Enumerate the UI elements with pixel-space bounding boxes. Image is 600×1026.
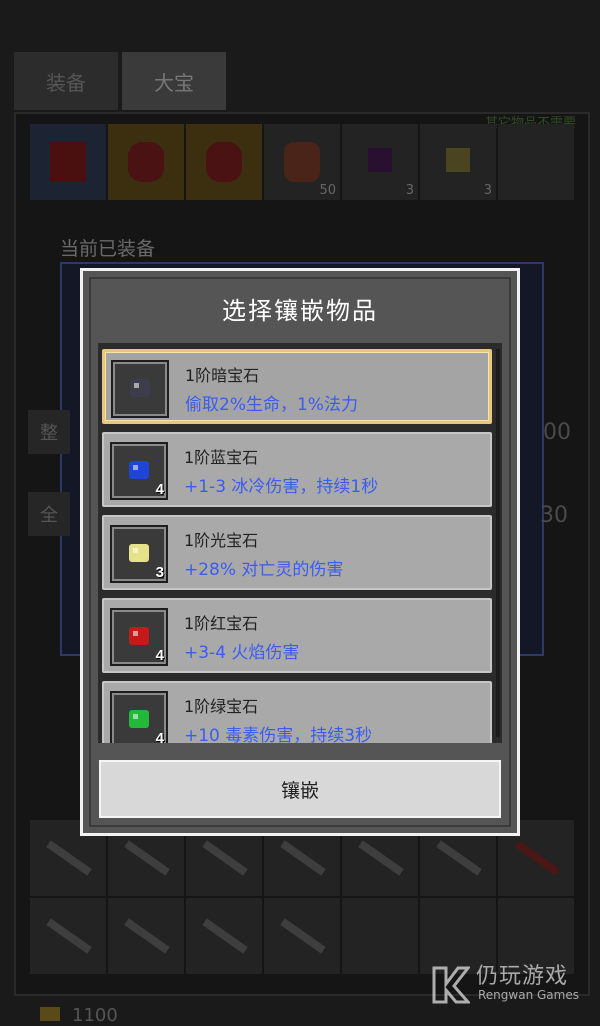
gem-list[interactable]: 1阶暗宝石 偷取2%生命，1%法力 4 1阶蓝宝石 +1-3 冰冷伤害，持续1秒…	[98, 343, 502, 743]
inventory-grid: 50 3 3	[30, 124, 574, 200]
gem-item-blue[interactable]: 4 1阶蓝宝石 +1-3 冰冷伤害，持续1秒	[102, 432, 492, 507]
gem-slot: 4	[110, 691, 168, 743]
gem-item-light[interactable]: 3 1阶光宝石 +28% 对亡灵的伤害	[102, 515, 492, 590]
gem-effect: +10 毒素伤害，持续3秒	[184, 726, 373, 743]
gold-amount: 1100	[72, 1005, 118, 1026]
item-count: 3	[483, 183, 492, 198]
dialog-title: 选择镶嵌物品	[222, 297, 378, 325]
stat-value: 00	[543, 420, 571, 445]
gem-item-dark[interactable]: 1阶暗宝石 偷取2%生命，1%法力	[102, 349, 492, 424]
inventory-slot[interactable]: 3	[420, 124, 496, 200]
gem-name: 1阶蓝宝石	[184, 448, 259, 467]
gold-icon	[40, 1007, 60, 1021]
inventory-slot[interactable]	[108, 898, 184, 974]
gem-name: 1阶绿宝石	[184, 697, 259, 716]
gem-item-green[interactable]: 4 1阶绿宝石 +10 毒素伤害，持续3秒	[102, 681, 492, 743]
gem-name: 1阶光宝石	[184, 531, 259, 550]
inventory-slot[interactable]	[108, 124, 184, 200]
red-gem-icon	[129, 627, 149, 645]
watermark-cn: 仍玩游戏	[476, 964, 569, 989]
gem-item-red[interactable]: 4 1阶红宝石 +3-4 火焰伤害	[102, 598, 492, 673]
inventory-slot[interactable]	[186, 124, 262, 200]
inventory-slot[interactable]: 3	[342, 124, 418, 200]
equipped-label: 当前已装备	[60, 238, 156, 260]
inventory-slot[interactable]	[342, 898, 418, 974]
watermark-en: Rengwan Games	[478, 988, 579, 1002]
gem-quantity: 4	[155, 481, 164, 498]
list-scrollbar[interactable]	[496, 349, 500, 737]
inventory-slot[interactable]	[264, 898, 340, 974]
inventory-slot[interactable]	[30, 124, 106, 200]
tab-gems[interactable]: 大宝	[122, 52, 226, 110]
inventory-slot[interactable]	[186, 898, 262, 974]
gem-effect: +3-4 火焰伤害	[184, 643, 300, 663]
inventory-slot[interactable]	[498, 124, 574, 200]
inlay-button[interactable]: 镶嵌	[99, 760, 501, 818]
gem-name: 1阶暗宝石	[185, 366, 260, 385]
gold-display: 1100	[40, 1005, 118, 1026]
blue-gem-icon	[129, 461, 149, 479]
all-button[interactable]: 全	[28, 492, 70, 536]
light-gem-icon	[129, 544, 149, 562]
weapon-grid	[30, 820, 574, 974]
rengwan-logo-icon	[432, 966, 470, 1004]
gem-slot	[111, 360, 169, 418]
gem-slot: 4	[110, 608, 168, 666]
gem-effect: 偷取2%生命，1%法力	[185, 395, 358, 415]
item-count: 3	[405, 183, 414, 198]
gem-quantity: 4	[155, 647, 164, 664]
gem-name: 1阶红宝石	[184, 614, 259, 633]
dark-gem-icon	[130, 379, 150, 397]
tab-equipment[interactable]: 装备	[14, 52, 118, 110]
sort-button[interactable]: 整	[28, 410, 70, 454]
gem-effect: +1-3 冰冷伤害，持续1秒	[184, 477, 379, 497]
inlay-dialog: 选择镶嵌物品 1阶暗宝石 偷取2%生命，1%法力 4 1阶蓝宝石 +1-3 冰冷…	[80, 268, 520, 836]
green-gem-icon	[129, 710, 149, 728]
item-count: 50	[319, 183, 336, 198]
stat-value: 30	[540, 503, 568, 528]
gem-quantity: 4	[155, 730, 164, 743]
gem-quantity: 3	[155, 564, 164, 581]
gem-effect: +28% 对亡灵的伤害	[184, 560, 344, 580]
gem-slot: 4	[110, 442, 168, 500]
inventory-slot[interactable]	[30, 898, 106, 974]
gem-slot: 3	[110, 525, 168, 583]
inventory-slot[interactable]: 50	[264, 124, 340, 200]
